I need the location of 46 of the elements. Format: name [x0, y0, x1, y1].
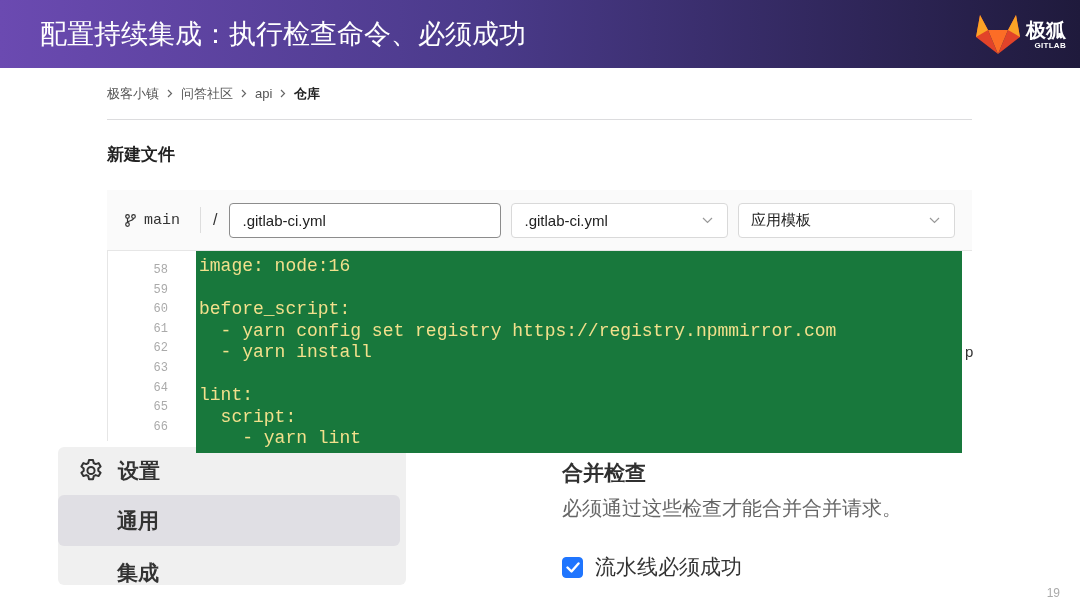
branch-icon: [125, 213, 136, 227]
code-line: script:: [219, 406, 298, 428]
line-number: 66: [152, 418, 168, 436]
template-select[interactable]: 应用模板: [738, 202, 956, 238]
chevron-right-icon: [241, 89, 247, 98]
line-number: 60: [152, 301, 168, 319]
section-title: 合并检查: [562, 460, 647, 486]
checkbox[interactable]: [562, 556, 583, 578]
logo-name: 极狐: [1026, 18, 1066, 41]
text-fragment: p: [965, 343, 974, 361]
breadcrumb-link[interactable]: 问答社区: [181, 85, 233, 102]
breadcrumb-link[interactable]: 仓库: [294, 85, 321, 102]
fox-logo-icon: [976, 14, 1020, 54]
breadcrumb-link[interactable]: 极客小镇: [107, 85, 159, 102]
breadcrumb-link[interactable]: api: [255, 85, 273, 102]
line-number: 61: [152, 320, 168, 338]
line-number: 65: [152, 399, 168, 417]
line-number: 58: [152, 262, 168, 279]
file-name-field[interactable]: .gitlab-ci.yml: [229, 202, 502, 238]
code-line: before_script:: [199, 299, 352, 321]
page-number: 19: [1046, 586, 1060, 600]
template-type-select[interactable]: .gitlab-ci.yml: [511, 202, 729, 238]
line-number: 62: [152, 340, 168, 358]
checkbox-label: 流水线必须成功: [595, 554, 742, 580]
code-line: - yarn install: [219, 342, 373, 364]
settings-menu-item[interactable]: 集成: [58, 546, 400, 585]
chevron-down-icon: [929, 216, 941, 224]
logo-subtitle: GITLAB: [1034, 40, 1066, 50]
line-number: 64: [152, 379, 168, 397]
branch-selector[interactable]: main: [125, 211, 180, 229]
code-line: - yarn lint: [241, 428, 363, 450]
settings-title: 设置: [118, 458, 160, 484]
chevron-down-icon: [702, 216, 714, 224]
check-icon: [565, 561, 580, 573]
section-description: 必须通过这些检查才能合并合并请求。: [562, 496, 902, 521]
slide-title: 配置持续集成：执行检查命令、必须成功: [40, 18, 526, 51]
settings-menu-item[interactable]: 通用: [58, 495, 400, 546]
code-line: image: node:16: [199, 256, 352, 278]
line-number: 63: [152, 359, 168, 377]
code-line: lint:: [199, 385, 254, 407]
path-separator: /: [213, 211, 218, 229]
code-line: - yarn config set registry https://registry.npmmirror.com: [219, 320, 838, 342]
chevron-right-icon: [167, 89, 173, 98]
chevron-right-icon: [280, 89, 287, 98]
line-number: 59: [152, 281, 168, 299]
page-title: 新建文件: [107, 144, 176, 166]
